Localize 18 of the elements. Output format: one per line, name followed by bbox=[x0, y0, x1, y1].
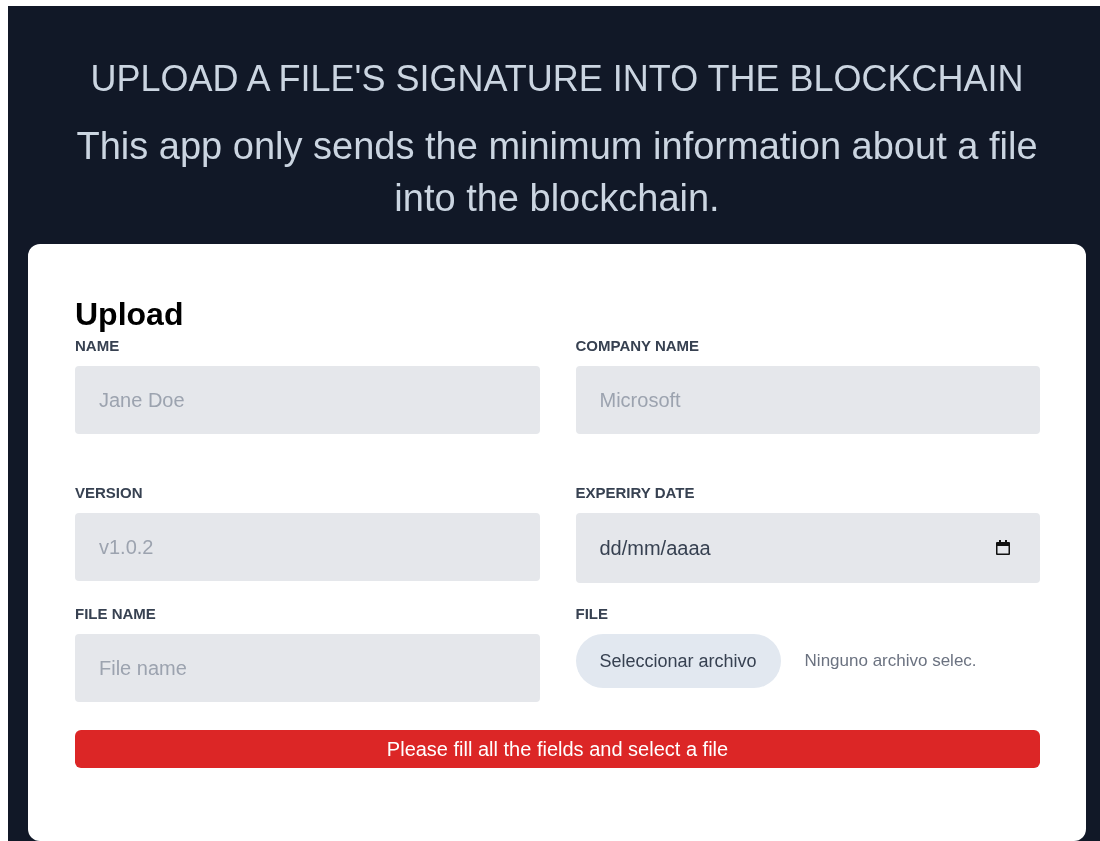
input-field[interactable]: v1.0.2 bbox=[75, 513, 540, 581]
file-status: Ninguno archivo selec. bbox=[804, 651, 977, 671]
input-field[interactable]: File name bbox=[75, 634, 540, 702]
error-message: Please fill all the fields and select a file bbox=[75, 730, 1040, 768]
field-label: COMPANY NAME bbox=[575, 337, 700, 354]
field-label: FILE bbox=[575, 605, 608, 622]
field-label: NAME bbox=[75, 337, 120, 354]
page-subtitle: This app only sends the minimum information about a file into the blockchain. bbox=[75, 124, 1039, 221]
field-label: EXPERIRY DATE bbox=[575, 484, 695, 501]
date-field[interactable]: dd/mm/aaaa bbox=[575, 513, 1040, 583]
input-field[interactable]: Microsoft bbox=[575, 366, 1040, 434]
page-title: UPLOAD A FILE'S SIGNATURE INTO THE BLOCKCHAIN bbox=[90, 58, 1024, 100]
input-field[interactable]: Jane Doe bbox=[75, 366, 540, 434]
choose-file-button[interactable]: Seleccionar archivo bbox=[575, 634, 781, 688]
field-label: FILE NAME bbox=[75, 605, 156, 622]
calendar-icon[interactable] bbox=[994, 539, 1012, 557]
field-label: VERSION bbox=[75, 484, 143, 501]
form-title: Upload bbox=[75, 296, 185, 333]
